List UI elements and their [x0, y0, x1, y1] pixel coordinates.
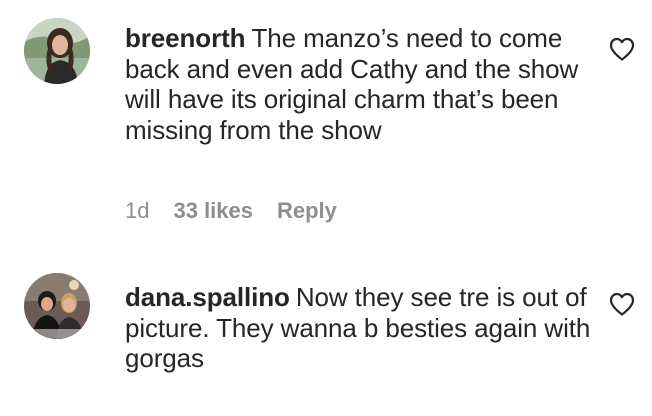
- avatar[interactable]: [24, 18, 90, 84]
- comment-text-block: breenorth The manzo’s need to come back a…: [125, 23, 595, 145]
- comment-meta: 1d 33 likes Reply: [125, 198, 337, 224]
- heart-outline-icon: [609, 37, 635, 61]
- like-button[interactable]: [609, 292, 635, 316]
- comment-username[interactable]: dana.spallino: [125, 282, 290, 312]
- heart-outline-icon: [609, 292, 635, 316]
- comment-likes-count[interactable]: 33 likes: [173, 198, 253, 224]
- like-button[interactable]: [609, 37, 635, 61]
- comment-username[interactable]: breenorth: [125, 23, 246, 53]
- avatar-photo: [24, 18, 90, 84]
- comment-text-block: dana.spallino Now they see tre is out of …: [125, 282, 595, 374]
- reply-button[interactable]: Reply: [277, 198, 337, 224]
- avatar-photo: [24, 273, 90, 339]
- comment-time[interactable]: 1d: [125, 198, 149, 224]
- avatar[interactable]: [24, 273, 90, 339]
